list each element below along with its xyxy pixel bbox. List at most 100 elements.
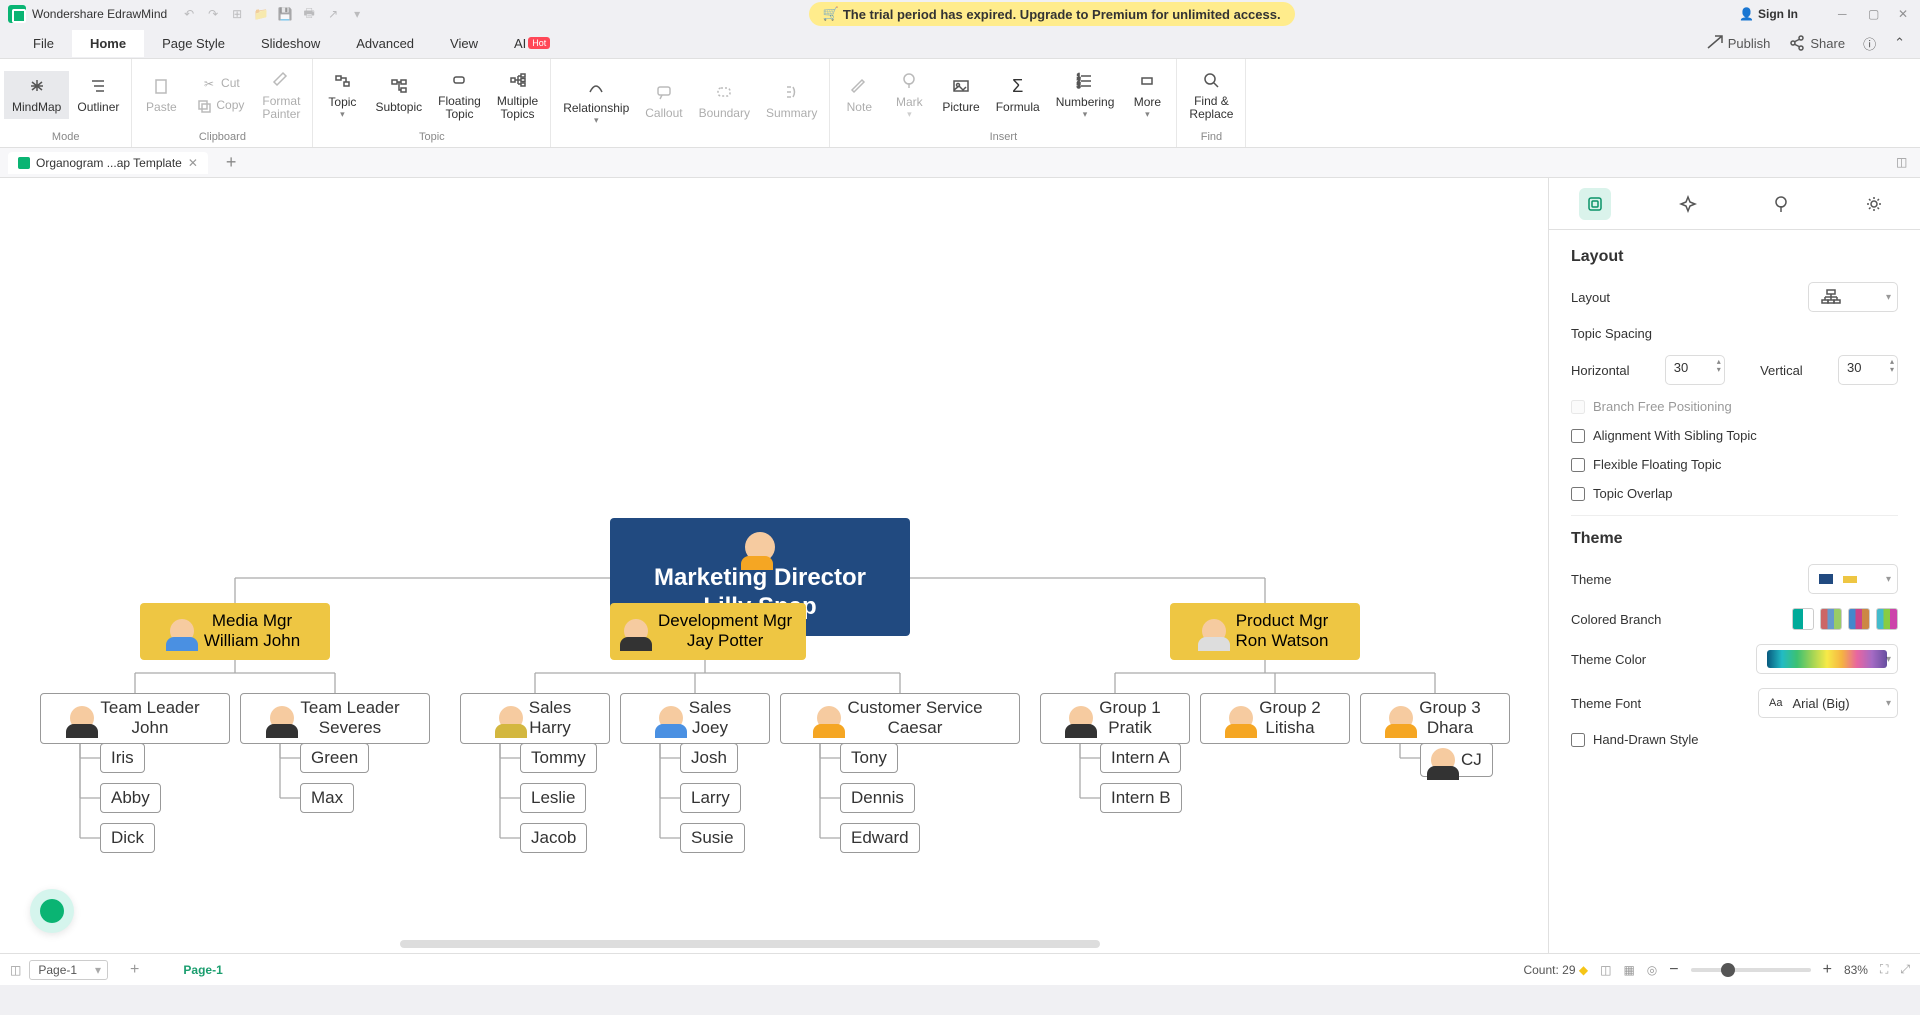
- zoom-slider[interactable]: [1691, 968, 1811, 972]
- org-node[interactable]: SalesHarry: [460, 693, 610, 744]
- open-icon[interactable]: 📁: [254, 7, 268, 21]
- sign-in-button[interactable]: 👤 Sign In: [1739, 7, 1798, 21]
- new-icon[interactable]: ⊞: [230, 7, 244, 21]
- tab-ai[interactable]: AI Hot: [496, 30, 568, 57]
- org-node[interactable]: Product MgrRon Watson: [1170, 603, 1360, 660]
- horizontal-spacing-input[interactable]: 30▴▾: [1665, 355, 1725, 385]
- add-page-button[interactable]: +: [130, 961, 139, 979]
- help-icon[interactable]: ⓘ: [1863, 34, 1876, 53]
- ai-fab-button[interactable]: [30, 889, 74, 933]
- print-icon[interactable]: 🖶: [302, 7, 316, 21]
- picture-button[interactable]: Picture: [934, 71, 987, 118]
- add-tab-button[interactable]: +: [218, 152, 245, 173]
- side-tab-layout[interactable]: [1579, 188, 1611, 220]
- spinner-icon[interactable]: ▴▾: [1717, 358, 1721, 374]
- fit-page-icon[interactable]: ⛶: [1880, 962, 1888, 977]
- numbering-button[interactable]: 123Numbering▾: [1048, 66, 1123, 124]
- tab-advanced[interactable]: Advanced: [338, 30, 432, 57]
- org-node[interactable]: Susie: [680, 823, 745, 853]
- org-node[interactable]: Intern A: [1100, 743, 1181, 773]
- branch-swatch-3[interactable]: [1848, 608, 1870, 630]
- view-grid-icon[interactable]: ▦: [1623, 963, 1634, 977]
- org-node[interactable]: Tony: [840, 743, 898, 773]
- org-node[interactable]: Iris: [100, 743, 145, 773]
- topic-button[interactable]: Topic▾: [317, 66, 367, 124]
- relationship-button[interactable]: Relationship▾: [555, 72, 637, 130]
- more-quick-icon[interactable]: ▾: [350, 7, 364, 21]
- view-focus-icon[interactable]: ◎: [1647, 963, 1657, 977]
- canvas[interactable]: Marketing DirectorLilly SnapMedia MgrWil…: [0, 178, 1548, 953]
- org-node[interactable]: Development MgrJay Potter: [610, 603, 806, 660]
- save-icon[interactable]: 💾: [278, 7, 292, 21]
- org-node[interactable]: Group 2Litisha: [1200, 693, 1350, 744]
- tab-home[interactable]: Home: [72, 30, 144, 57]
- panel-toggle-icon[interactable]: ◫: [1896, 155, 1912, 171]
- publish-button[interactable]: Publish: [1706, 34, 1771, 52]
- outliner-button[interactable]: Outliner: [69, 71, 127, 118]
- view-outline-icon[interactable]: ◫: [1600, 963, 1611, 977]
- zoom-out-button[interactable]: −: [1669, 961, 1678, 979]
- zoom-in-button[interactable]: +: [1823, 961, 1832, 979]
- fullscreen-icon[interactable]: ⤢: [1900, 962, 1910, 977]
- org-node[interactable]: Dennis: [840, 783, 915, 813]
- theme-font-select[interactable]: AaArial (Big)▾: [1758, 688, 1898, 718]
- branch-swatch-2[interactable]: [1820, 608, 1842, 630]
- document-tab[interactable]: Organogram ...ap Template ✕: [8, 152, 208, 174]
- hand-drawn-checkbox[interactable]: Hand-Drawn Style: [1571, 732, 1898, 747]
- maximize-icon[interactable]: ▢: [1868, 7, 1882, 21]
- tab-slideshow[interactable]: Slideshow: [243, 30, 338, 57]
- tab-view[interactable]: View: [432, 30, 496, 57]
- multiple-topics-button[interactable]: Multiple Topics: [489, 65, 546, 125]
- pages-icon[interactable]: ◫: [10, 963, 21, 977]
- org-node[interactable]: Max: [300, 783, 354, 813]
- org-node[interactable]: Dick: [100, 823, 155, 853]
- org-node[interactable]: Josh: [680, 743, 738, 773]
- page-name-label[interactable]: Page-1: [183, 963, 222, 977]
- trial-banner[interactable]: 🛒 The trial period has expired. Upgrade …: [809, 2, 1295, 26]
- theme-color-select[interactable]: ▾: [1756, 644, 1898, 674]
- org-node[interactable]: Abby: [100, 783, 161, 813]
- undo-icon[interactable]: ↶: [182, 7, 196, 21]
- org-node[interactable]: Group 1Pratik: [1040, 693, 1190, 744]
- mindmap-button[interactable]: MindMap: [4, 71, 69, 118]
- side-tab-settings[interactable]: [1858, 188, 1890, 220]
- org-node[interactable]: SalesJoey: [620, 693, 770, 744]
- org-node[interactable]: Intern B: [1100, 783, 1182, 813]
- side-tab-icon[interactable]: [1765, 188, 1797, 220]
- align-sibling-checkbox[interactable]: Alignment With Sibling Topic: [1571, 428, 1898, 443]
- org-node[interactable]: Team LeaderJohn: [40, 693, 230, 744]
- topic-overlap-checkbox[interactable]: Topic Overlap: [1571, 486, 1898, 501]
- org-node[interactable]: Larry: [680, 783, 741, 813]
- find-replace-button[interactable]: Find & Replace: [1181, 65, 1241, 125]
- org-node[interactable]: Green: [300, 743, 369, 773]
- org-node[interactable]: Group 3Dhara: [1360, 693, 1510, 744]
- tab-page-style[interactable]: Page Style: [144, 30, 243, 57]
- vertical-spacing-input[interactable]: 30▴▾: [1838, 355, 1898, 385]
- theme-select[interactable]: ▾: [1808, 564, 1898, 594]
- page-select[interactable]: Page-1: [29, 960, 108, 980]
- branch-swatch-4[interactable]: [1876, 608, 1898, 630]
- export-icon[interactable]: ↗: [326, 7, 340, 21]
- minimize-icon[interactable]: ─: [1838, 7, 1852, 21]
- spinner-icon[interactable]: ▴▾: [1890, 358, 1894, 374]
- formula-button[interactable]: ΣFormula: [988, 71, 1048, 118]
- branch-swatch-1[interactable]: [1792, 608, 1814, 630]
- horizontal-scrollbar[interactable]: [400, 940, 1100, 948]
- more-insert-button[interactable]: More▾: [1122, 66, 1172, 124]
- close-icon[interactable]: ✕: [1898, 7, 1912, 21]
- share-button[interactable]: Share: [1788, 34, 1845, 52]
- floating-topic-button[interactable]: Floating Topic: [430, 65, 489, 125]
- org-node[interactable]: Jacob: [520, 823, 587, 853]
- org-node[interactable]: Team LeaderSeveres: [240, 693, 430, 744]
- org-node[interactable]: Edward: [840, 823, 920, 853]
- collapse-ribbon-icon[interactable]: ⌃: [1894, 35, 1905, 51]
- org-node[interactable]: Leslie: [520, 783, 586, 813]
- tab-file[interactable]: File: [15, 30, 72, 57]
- layout-select[interactable]: ▾: [1808, 282, 1898, 312]
- subtopic-button[interactable]: Subtopic: [367, 71, 430, 118]
- side-tab-style[interactable]: [1672, 188, 1704, 220]
- org-node[interactable]: Customer ServiceCaesar: [780, 693, 1020, 744]
- redo-icon[interactable]: ↷: [206, 7, 220, 21]
- org-node[interactable]: CJ: [1420, 743, 1493, 777]
- org-node[interactable]: Media MgrWilliam John: [140, 603, 330, 660]
